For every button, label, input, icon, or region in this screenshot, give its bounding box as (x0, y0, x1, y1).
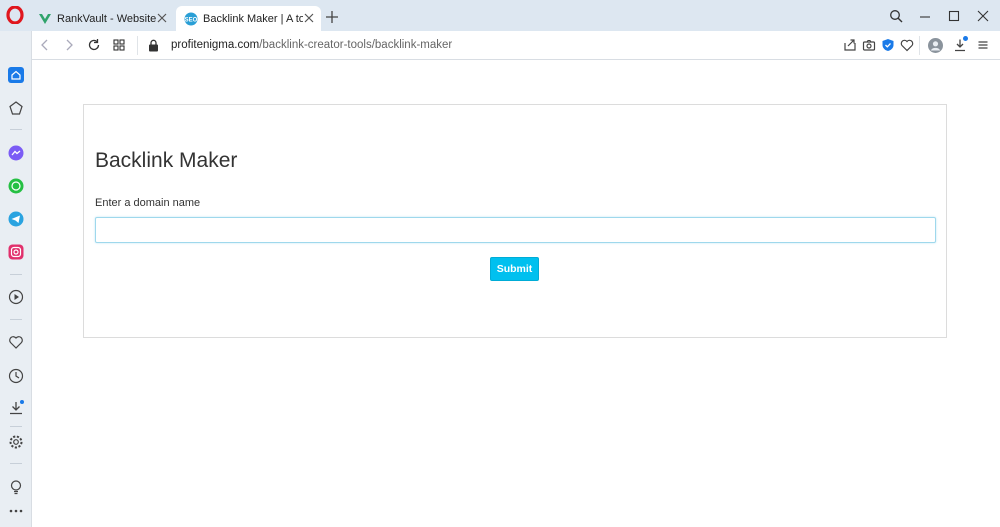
tab-title: Backlink Maker | A to Z SEO (203, 12, 303, 25)
messenger-icon[interactable] (8, 145, 24, 161)
favorite-heart-icon[interactable] (900, 38, 914, 52)
menu-icon[interactable] (976, 38, 990, 52)
lock-icon[interactable] (148, 39, 159, 52)
opera-logo-icon[interactable] (6, 6, 24, 24)
page-title: Backlink Maker (95, 149, 238, 172)
sidebar-divider (10, 463, 22, 464)
download-badge (963, 36, 968, 41)
toolbar-divider (919, 36, 920, 55)
lightbulb-icon[interactable] (8, 479, 24, 495)
player-icon[interactable] (8, 289, 24, 305)
sidebar-divider (10, 426, 22, 427)
close-icon[interactable] (303, 12, 315, 24)
domain-label: Enter a domain name (95, 197, 201, 209)
address-bar: profitenigma.com/backlink-creator-tools/… (32, 31, 1000, 60)
rankvault-v-icon (39, 13, 51, 24)
reload-icon[interactable] (87, 38, 101, 52)
browser-sidebar (0, 31, 32, 527)
url-path: /backlink-creator-tools/backlink-maker (259, 39, 453, 51)
instagram-icon[interactable] (8, 244, 24, 260)
heart-icon[interactable] (8, 334, 24, 350)
tab-backlink-maker[interactable]: SEO Backlink Maker | A to Z SEO (176, 6, 321, 31)
share-icon[interactable] (843, 38, 857, 52)
maximize-icon[interactable] (947, 9, 961, 23)
sidebar-divider (10, 274, 22, 275)
home-icon[interactable] (8, 67, 24, 83)
forward-icon[interactable] (62, 38, 76, 52)
backlink-form-card: Backlink Maker Enter a domain name Submi… (83, 104, 947, 338)
tab-grid-icon[interactable] (112, 38, 126, 52)
close-icon[interactable] (156, 12, 168, 24)
downloads-icon[interactable] (8, 400, 24, 416)
sidebar-divider (10, 319, 22, 320)
seo-badge-icon: SEO (184, 12, 198, 25)
more-icon[interactable] (8, 503, 24, 519)
history-icon[interactable] (8, 368, 24, 384)
sidebar-divider (10, 129, 22, 130)
tab-bar: RankVault - Website Analy SEO Backlink M… (0, 0, 1000, 31)
shield-icon[interactable] (881, 38, 895, 52)
camera-icon[interactable] (862, 38, 876, 52)
tab-rankvault[interactable]: RankVault - Website Analy (30, 6, 174, 31)
svg-text:SEO: SEO (185, 17, 198, 23)
minimize-icon[interactable] (918, 9, 932, 23)
telegram-icon[interactable] (8, 211, 24, 227)
settings-icon[interactable] (8, 434, 24, 450)
submit-button[interactable]: Submit (490, 257, 539, 281)
search-icon[interactable] (889, 9, 903, 23)
avatar-icon[interactable] (928, 38, 943, 53)
new-tab-icon[interactable] (325, 10, 339, 24)
window-close-icon[interactable] (976, 9, 990, 23)
bookmarks-icon[interactable] (8, 100, 24, 116)
url-field[interactable]: profitenigma.com/backlink-creator-tools/… (171, 39, 452, 51)
domain-input[interactable] (95, 217, 936, 243)
whatsapp-icon[interactable] (8, 178, 24, 194)
toolbar-divider (137, 36, 138, 55)
tab-title: RankVault - Website Analy (57, 12, 157, 25)
url-domain: profitenigma.com (171, 39, 260, 51)
back-icon[interactable] (38, 38, 52, 52)
